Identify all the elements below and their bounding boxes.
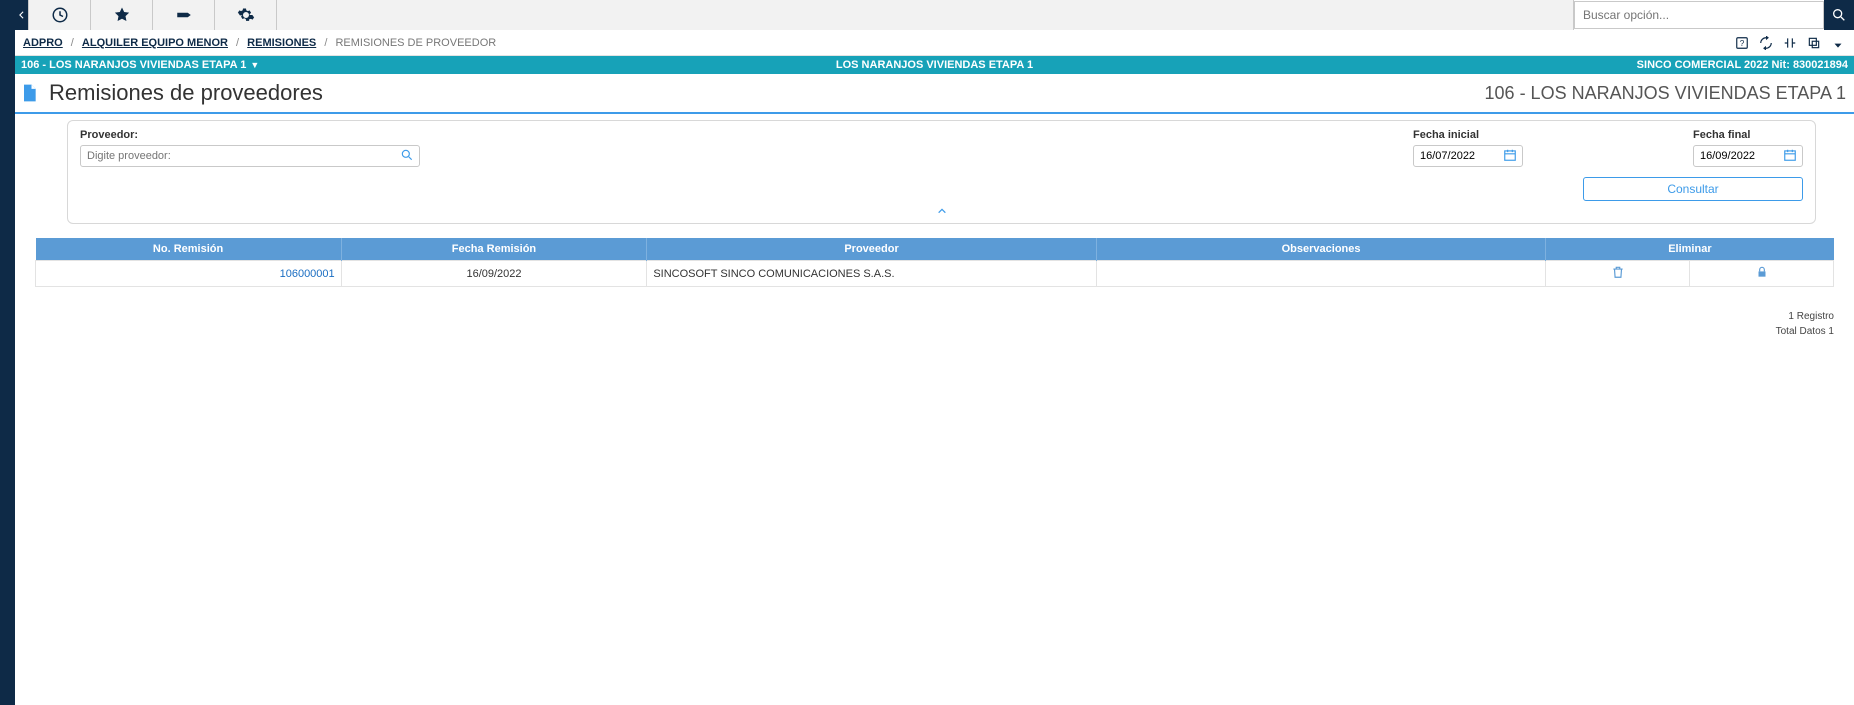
consultar-button[interactable]: Consultar	[1583, 177, 1803, 201]
lookup-icon[interactable]	[400, 148, 416, 164]
filter-fecha-inicial: Fecha inicial	[1413, 129, 1523, 167]
fecha-inicial-label: Fecha inicial	[1413, 129, 1523, 141]
cell-lock	[1690, 261, 1834, 287]
footer-total: Total Datos 1	[15, 326, 1834, 337]
context-right-label: SINCO COMERCIAL 2022 Nit: 830021894	[1637, 59, 1848, 71]
lock-icon[interactable]	[1755, 265, 1769, 279]
toolbar-spacer	[277, 0, 1574, 30]
toolbar-label-icon[interactable]	[153, 0, 215, 30]
toolbar-star-icon[interactable]	[91, 0, 153, 30]
col-eliminar[interactable]: Eliminar	[1546, 238, 1834, 261]
toolbar-back-caret[interactable]	[15, 0, 29, 30]
trash-icon[interactable]	[1611, 265, 1625, 279]
fecha-final-label: Fecha final	[1693, 129, 1803, 141]
toolbar-gear-icon[interactable]	[215, 0, 277, 30]
breadcrumb-item-remisiones[interactable]: REMISIONES	[247, 37, 316, 49]
context-center-label: LOS NARANJOS VIVIENDAS ETAPA 1	[836, 59, 1033, 71]
help-icon[interactable]: ?	[1734, 35, 1750, 51]
breadcrumb-row: ADPRO / ALQUILER EQUIPO MENOR / REMISION…	[15, 30, 1854, 56]
page-title: Remisiones de proveedores	[49, 80, 323, 106]
title-bar: Remisiones de proveedores 106 - LOS NARA…	[15, 74, 1854, 114]
cell-observaciones	[1096, 261, 1546, 287]
breadcrumb-item-adpro[interactable]: ADPRO	[23, 37, 63, 49]
footer-registro: 1 Registro	[15, 311, 1834, 322]
proveedor-input[interactable]	[80, 145, 420, 167]
context-bar: 106 - LOS NARANJOS VIVIENDAS ETAPA 1 ▼ L…	[15, 56, 1854, 74]
calendar-icon[interactable]	[1783, 148, 1799, 164]
search-button[interactable]	[1824, 0, 1854, 30]
search-input[interactable]	[1574, 1, 1824, 29]
cell-no-remision[interactable]: 106000001	[36, 261, 342, 287]
col-proveedor[interactable]: Proveedor	[647, 238, 1097, 261]
breadcrumb-current: REMISIONES DE PROVEEDOR	[335, 37, 496, 49]
context-left-label: 106 - LOS NARANJOS VIVIENDAS ETAPA 1	[21, 59, 246, 71]
cell-proveedor: SINCOSOFT SINCO COMUNICACIONES S.A.S.	[647, 261, 1097, 287]
proveedor-label: Proveedor:	[80, 129, 420, 141]
title-project: 106 - LOS NARANJOS VIVIENDAS ETAPA 1	[1485, 83, 1846, 104]
footer-counts: 1 Registro Total Datos 1	[15, 311, 1834, 341]
col-no-remision[interactable]: No. Remisión	[36, 238, 342, 261]
svg-text:?: ?	[1740, 38, 1745, 47]
collapse-panel-icon[interactable]	[80, 205, 1803, 219]
cell-fecha-remision: 16/09/2022	[341, 261, 647, 287]
calendar-icon[interactable]	[1503, 148, 1519, 164]
global-search	[1574, 0, 1854, 30]
breadcrumb: ADPRO / ALQUILER EQUIPO MENOR / REMISION…	[23, 37, 496, 49]
toolbar-clock-icon[interactable]	[29, 0, 91, 30]
results-grid: No. Remisión Fecha Remisión Proveedor Ob…	[35, 238, 1834, 287]
table-row: 106000001 16/09/2022 SINCOSOFT SINCO COM…	[36, 261, 1834, 287]
breadcrumb-item-alquiler[interactable]: ALQUILER EQUIPO MENOR	[82, 37, 228, 49]
col-observaciones[interactable]: Observaciones	[1096, 238, 1546, 261]
chevron-down-icon: ▼	[250, 60, 259, 70]
filter-proveedor: Proveedor:	[80, 129, 420, 167]
col-fecha-remision[interactable]: Fecha Remisión	[341, 238, 647, 261]
document-icon	[19, 83, 39, 103]
refresh-icon[interactable]	[1758, 35, 1774, 51]
split-icon[interactable]	[1782, 35, 1798, 51]
popout-icon[interactable]	[1806, 35, 1822, 51]
context-project-selector[interactable]: 106 - LOS NARANJOS VIVIENDAS ETAPA 1 ▼	[21, 59, 259, 71]
collapse-up-icon[interactable]	[1830, 35, 1846, 51]
top-toolbar	[15, 0, 1854, 30]
cell-delete	[1546, 261, 1690, 287]
filter-panel: Proveedor: Fecha inicial	[67, 120, 1816, 224]
filter-fecha-final: Fecha final	[1693, 129, 1803, 167]
left-rail	[0, 0, 15, 705]
